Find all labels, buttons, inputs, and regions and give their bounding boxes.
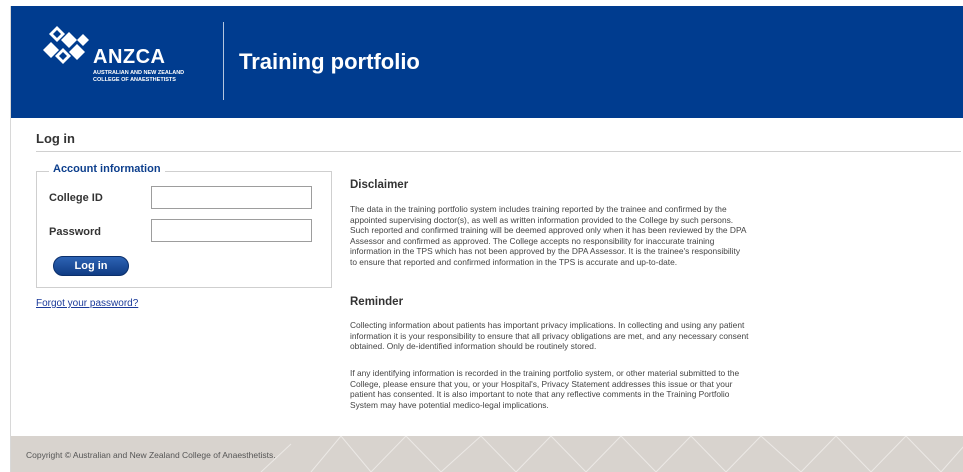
password-input[interactable] <box>151 219 312 242</box>
college-id-label: College ID <box>49 192 103 204</box>
anzca-logo[interactable]: ANZCA AUSTRALIAN AND NEW ZEALAND COLLEGE… <box>43 24 213 94</box>
reminder-line: College, please ensure that you, or your… <box>350 378 733 389</box>
reminder-line: information it is your responsibility to… <box>350 330 749 341</box>
reminder-line: patient has consented. It is also import… <box>350 389 730 400</box>
reminder-heading: Reminder <box>350 296 404 308</box>
disclaimer-line: to ensure that reported and confirmed in… <box>350 256 678 267</box>
page-frame: ANZCA AUSTRALIAN AND NEW ZEALAND COLLEGE… <box>10 6 963 472</box>
disclaimer-heading: Disclaimer <box>350 179 409 191</box>
anzca-logo-mark-icon <box>43 26 89 64</box>
logo-wordmark: ANZCA <box>93 46 166 68</box>
reminder-line: Collecting information about patients ha… <box>350 320 745 330</box>
logo-subtitle-line2: COLLEGE OF ANAESTHETISTS <box>93 77 176 83</box>
log-in-button[interactable]: Log in <box>53 256 129 276</box>
logo-subtitle: AUSTRALIAN AND NEW ZEALAND COLLEGE OF AN… <box>93 70 233 84</box>
page-title: Log in <box>36 131 75 146</box>
reminder-line: System may have potential medico-legal i… <box>350 399 549 410</box>
site-footer: Copyright © Australian and New Zealand C… <box>11 436 963 472</box>
disclaimer-line: appointed supervising doctor(s), as well… <box>350 214 734 225</box>
logo-subtitle-line1: AUSTRALIAN AND NEW ZEALAND <box>93 70 185 76</box>
disclaimer-line: information in the TPS which has not bee… <box>350 246 741 257</box>
site-header: ANZCA AUSTRALIAN AND NEW ZEALAND COLLEGE… <box>11 6 963 118</box>
copyright-text: Copyright © Australian and New Zealand C… <box>26 450 276 460</box>
reminder-paragraph-2: If any identifying information is record… <box>350 368 812 410</box>
app-title: Training portfolio <box>239 49 420 74</box>
left-gutter <box>0 0 10 472</box>
header-divider <box>223 22 224 100</box>
reminder-paragraph-1: Collecting information about patients ha… <box>350 320 812 352</box>
reminder-line: If any identifying information is record… <box>350 368 740 378</box>
disclaimer-line: Such reported and confirmed training wil… <box>350 225 747 236</box>
disclaimer-line: The data in the training portfolio syste… <box>350 204 727 214</box>
college-id-input[interactable] <box>151 186 312 209</box>
forgot-password-link[interactable]: Forgot your password? <box>36 298 138 309</box>
heading-divider <box>36 151 961 152</box>
disclaimer-text: The data in the training portfolio syste… <box>350 204 812 268</box>
disclaimer-line: Assessor and confirmed as approved. The … <box>350 235 715 246</box>
password-label: Password <box>49 226 101 238</box>
fieldset-legend: Account information <box>49 163 165 175</box>
reminder-line: obtained. Only de-identified information… <box>350 341 597 352</box>
